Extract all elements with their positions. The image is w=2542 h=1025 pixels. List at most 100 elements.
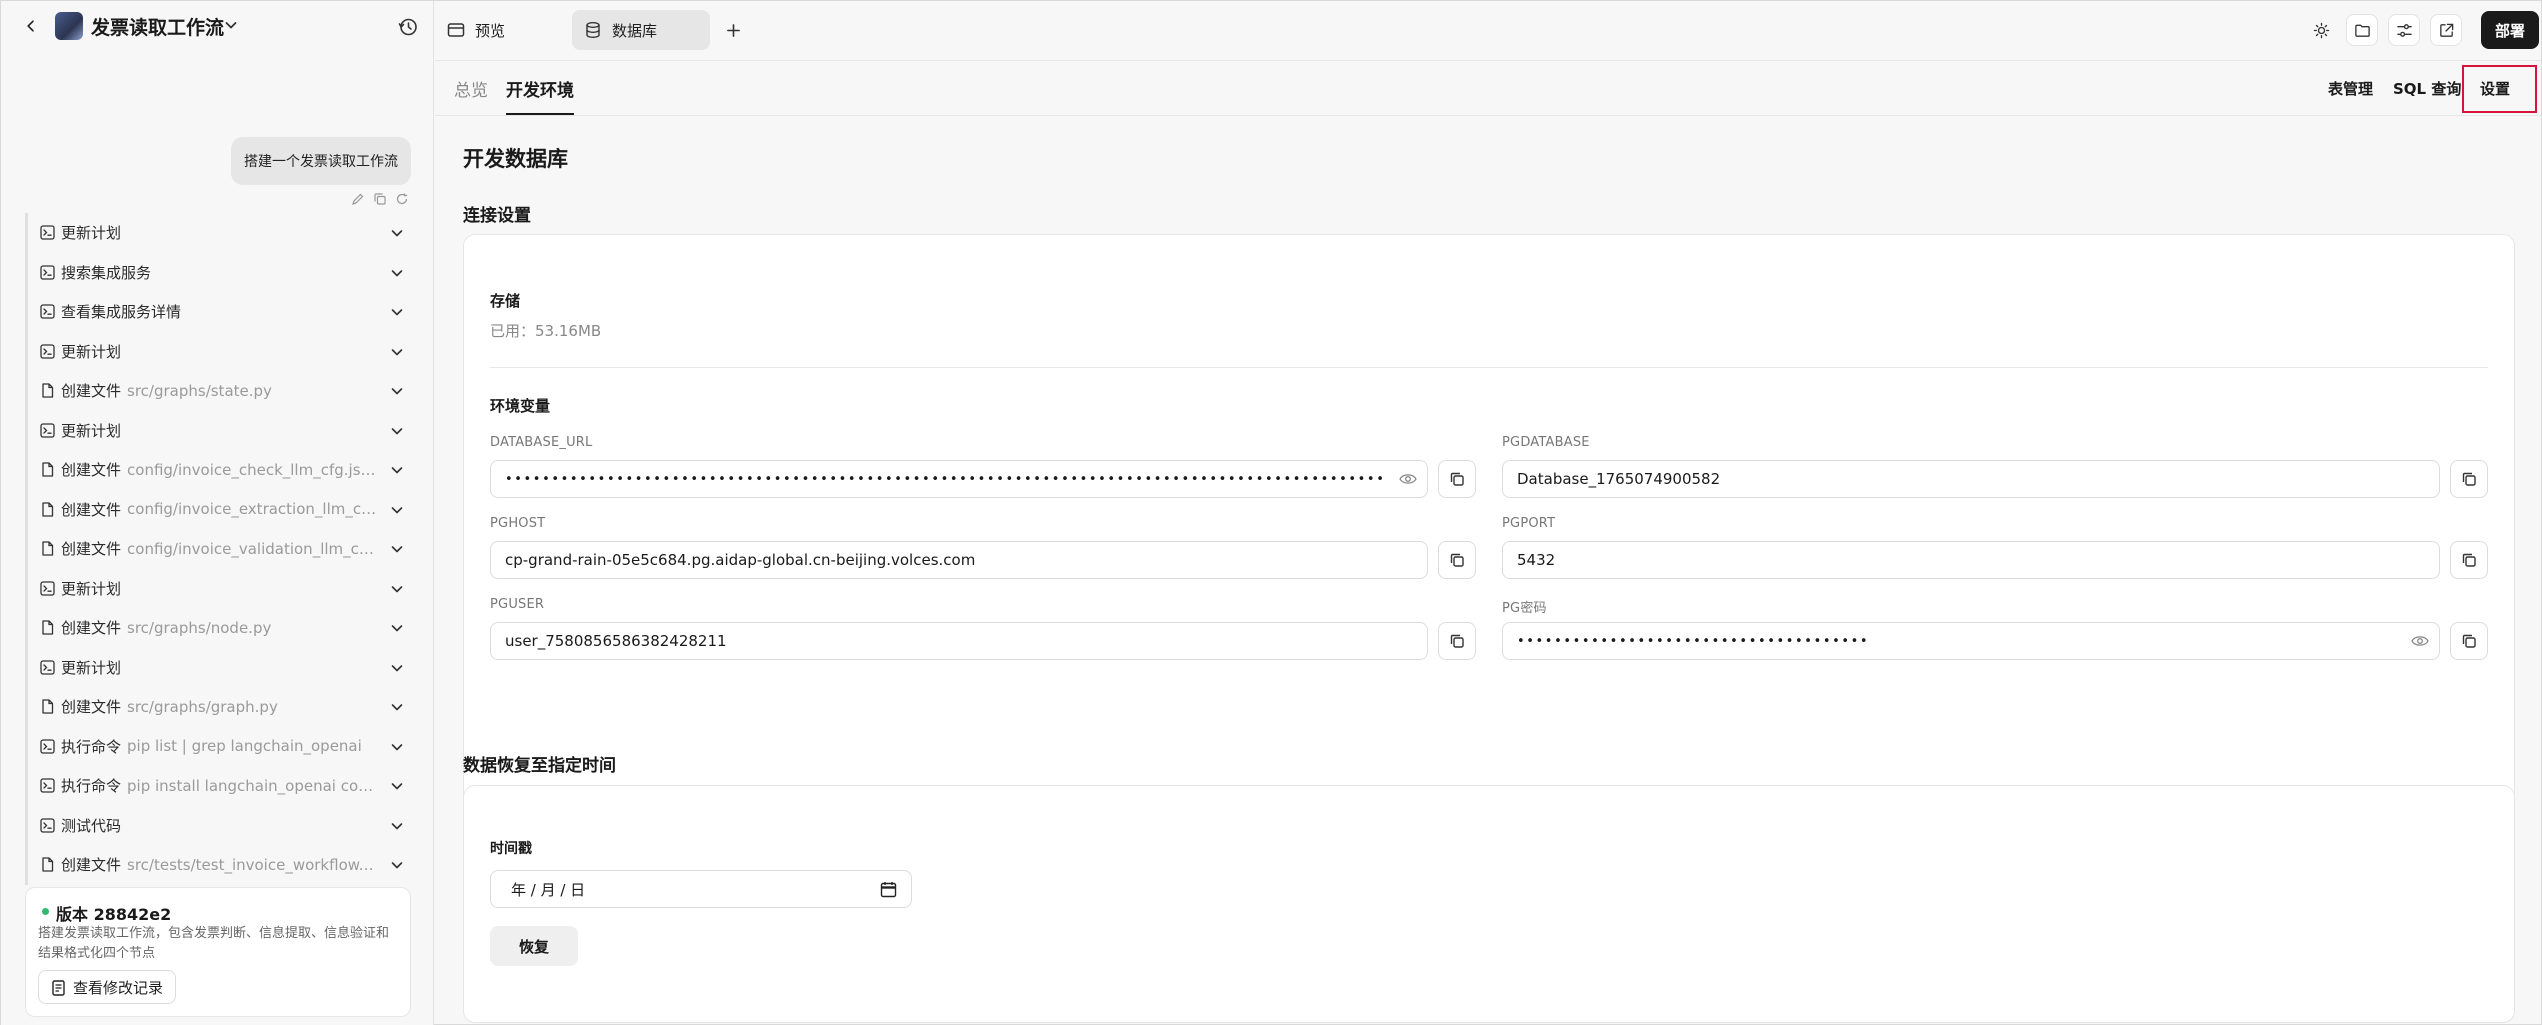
chevron-down-icon[interactable] bbox=[389, 541, 405, 557]
terminal-icon bbox=[40, 304, 55, 319]
add-tab-icon[interactable] bbox=[721, 18, 745, 42]
open-external-button[interactable] bbox=[2430, 14, 2462, 46]
pgpassword-field[interactable]: •••••••••••••••••••••••••••••••••••••• bbox=[1502, 622, 2440, 660]
chevron-down-icon[interactable] bbox=[389, 857, 405, 873]
tab-database[interactable]: 数据库 bbox=[572, 10, 710, 50]
copy-icon bbox=[1450, 553, 1464, 567]
chat-panel: 发票读取工作流 搭建一个发票读取工作流 更新计划 搜索集成服务 查看集成服务详情 更新… bbox=[1, 1, 434, 1025]
section-divider bbox=[490, 367, 2488, 368]
app-title[interactable]: 发票读取工作流 bbox=[91, 13, 224, 40]
chevron-down-icon[interactable] bbox=[389, 699, 405, 715]
chevron-down-icon[interactable] bbox=[389, 304, 405, 320]
file-icon bbox=[40, 383, 55, 398]
chevron-down-icon[interactable] bbox=[389, 225, 405, 241]
deploy-button[interactable]: 部署 bbox=[2481, 11, 2539, 49]
copy-pguser-button[interactable] bbox=[1438, 622, 1476, 660]
chevron-down-icon[interactable] bbox=[389, 818, 405, 834]
step-item[interactable]: 更新计划 bbox=[25, 647, 405, 687]
chevron-down-icon[interactable] bbox=[389, 620, 405, 636]
step-detail: pip install langchain_openai coze... bbox=[127, 776, 378, 795]
table-management-link[interactable]: 表管理 bbox=[2328, 78, 2373, 99]
step-item[interactable]: 执行命令 pip list | grep langchain_openai bbox=[25, 726, 405, 766]
step-item[interactable]: 执行命令 pip install langchain_openai coze... bbox=[25, 766, 405, 806]
chevron-down-icon[interactable] bbox=[389, 778, 405, 794]
restore-card: 时间戳 年 / 月 / 日 恢复 bbox=[463, 785, 2515, 1023]
copy-pgport-button[interactable] bbox=[2450, 541, 2488, 579]
step-detail: config/invoice_check_llm_cfg.json bbox=[127, 460, 378, 479]
view-changes-button[interactable]: 查看修改记录 bbox=[38, 970, 177, 1004]
chevron-down-icon[interactable] bbox=[389, 502, 405, 518]
step-label: 创建文件 bbox=[61, 461, 122, 480]
step-detail: src/graphs/node.py bbox=[127, 618, 272, 637]
terminal-icon bbox=[40, 423, 55, 438]
sql-query-link[interactable]: SQL 查询 bbox=[2393, 78, 2461, 99]
step-detail: pip list | grep langchain_openai bbox=[127, 737, 362, 756]
step-item[interactable]: 搜索集成服务 bbox=[25, 252, 405, 292]
timestamp-date-input[interactable]: 年 / 月 / 日 bbox=[490, 870, 912, 908]
chevron-down-icon[interactable] bbox=[223, 17, 239, 33]
step-item[interactable]: 创建文件 src/graphs/graph.py bbox=[25, 687, 405, 727]
step-item[interactable]: 更新计划 bbox=[25, 213, 405, 253]
retry-icon[interactable] bbox=[395, 192, 409, 206]
folder-button[interactable] bbox=[2346, 14, 2378, 46]
pgpassword-value: •••••••••••••••••••••••••••••••••••••• bbox=[1517, 633, 1870, 649]
sub-navigation: 总览 开发环境 表管理 SQL 查询 设置 bbox=[435, 62, 2541, 116]
copy-icon[interactable] bbox=[373, 192, 387, 206]
copy-pghost-button[interactable] bbox=[1438, 541, 1476, 579]
pgdatabase-field[interactable]: Database_1765074900582 bbox=[1502, 460, 2440, 498]
copy-pgpassword-button[interactable] bbox=[2450, 622, 2488, 660]
message-actions bbox=[351, 192, 413, 208]
edit-icon[interactable] bbox=[351, 192, 365, 206]
file-icon bbox=[40, 541, 55, 556]
tab-preview[interactable]: 预览 bbox=[435, 10, 555, 50]
chevron-down-icon[interactable] bbox=[389, 462, 405, 478]
calendar-icon[interactable] bbox=[880, 881, 897, 898]
eye-icon[interactable] bbox=[1399, 472, 1417, 486]
step-item[interactable]: 创建文件 config/invoice_extraction_llm_cf... bbox=[25, 489, 405, 529]
step-label: 更新计划 bbox=[61, 421, 122, 440]
pgport-label: PGPORT bbox=[1502, 516, 1556, 531]
copy-pgdatabase-button[interactable] bbox=[2450, 460, 2488, 498]
pgport-field[interactable]: 5432 bbox=[1502, 541, 2440, 579]
step-label: 创建文件 bbox=[61, 698, 122, 717]
restore-button[interactable]: 恢复 bbox=[490, 926, 578, 966]
file-icon bbox=[40, 502, 55, 517]
chevron-down-icon[interactable] bbox=[389, 344, 405, 360]
step-item[interactable]: 创建文件 src/graphs/state.py bbox=[25, 371, 405, 411]
step-item[interactable]: 更新计划 bbox=[25, 331, 405, 371]
step-item[interactable]: 创建文件 src/graphs/node.py bbox=[25, 608, 405, 648]
chevron-down-icon[interactable] bbox=[389, 581, 405, 597]
chevron-down-icon[interactable] bbox=[389, 423, 405, 439]
step-item[interactable]: 更新计划 bbox=[25, 410, 405, 450]
pgdatabase-value: Database_1765074900582 bbox=[1517, 470, 1721, 488]
chevron-down-icon[interactable] bbox=[389, 265, 405, 281]
pguser-field[interactable]: user_7580856586382428211 bbox=[490, 622, 1428, 660]
tab-dev-environment[interactable]: 开发环境 bbox=[506, 76, 574, 115]
copy-database-url-button[interactable] bbox=[1438, 460, 1476, 498]
history-icon[interactable] bbox=[397, 16, 419, 38]
back-arrow-icon[interactable] bbox=[21, 16, 41, 36]
step-item[interactable]: 创建文件 config/invoice_check_llm_cfg.json bbox=[25, 450, 405, 490]
file-icon bbox=[40, 699, 55, 714]
step-label: 更新计划 bbox=[61, 224, 122, 243]
storage-title: 存储 bbox=[490, 292, 521, 310]
pghost-field[interactable]: cp-grand-rain-05e5c684.pg.aidap-global.c… bbox=[490, 541, 1428, 579]
database-url-field[interactable]: ••••••••••••••••••••••••••••••••••••••••… bbox=[490, 460, 1428, 498]
copy-icon bbox=[1450, 472, 1464, 486]
theme-toggle-button[interactable] bbox=[2305, 14, 2337, 46]
step-item[interactable]: 更新计划 bbox=[25, 568, 405, 608]
tab-overview[interactable]: 总览 bbox=[454, 76, 488, 113]
pgpassword-label: PG密码 bbox=[1502, 601, 1547, 616]
step-item[interactable]: 创建文件 config/invoice_validation_llm_cfg... bbox=[25, 529, 405, 569]
settings-sliders-button[interactable] bbox=[2388, 14, 2420, 46]
step-item[interactable]: 测试代码 bbox=[25, 805, 405, 845]
eye-icon[interactable] bbox=[2411, 634, 2429, 648]
terminal-icon bbox=[40, 581, 55, 596]
chevron-down-icon[interactable] bbox=[389, 739, 405, 755]
chevron-down-icon[interactable] bbox=[389, 383, 405, 399]
step-item[interactable]: 创建文件 src/tests/test_invoice_workflow.py bbox=[25, 845, 405, 885]
chevron-down-icon[interactable] bbox=[389, 660, 405, 676]
sun-icon bbox=[2313, 22, 2329, 38]
step-item[interactable]: 查看集成服务详情 bbox=[25, 292, 405, 332]
step-label: 执行命令 bbox=[61, 737, 122, 756]
